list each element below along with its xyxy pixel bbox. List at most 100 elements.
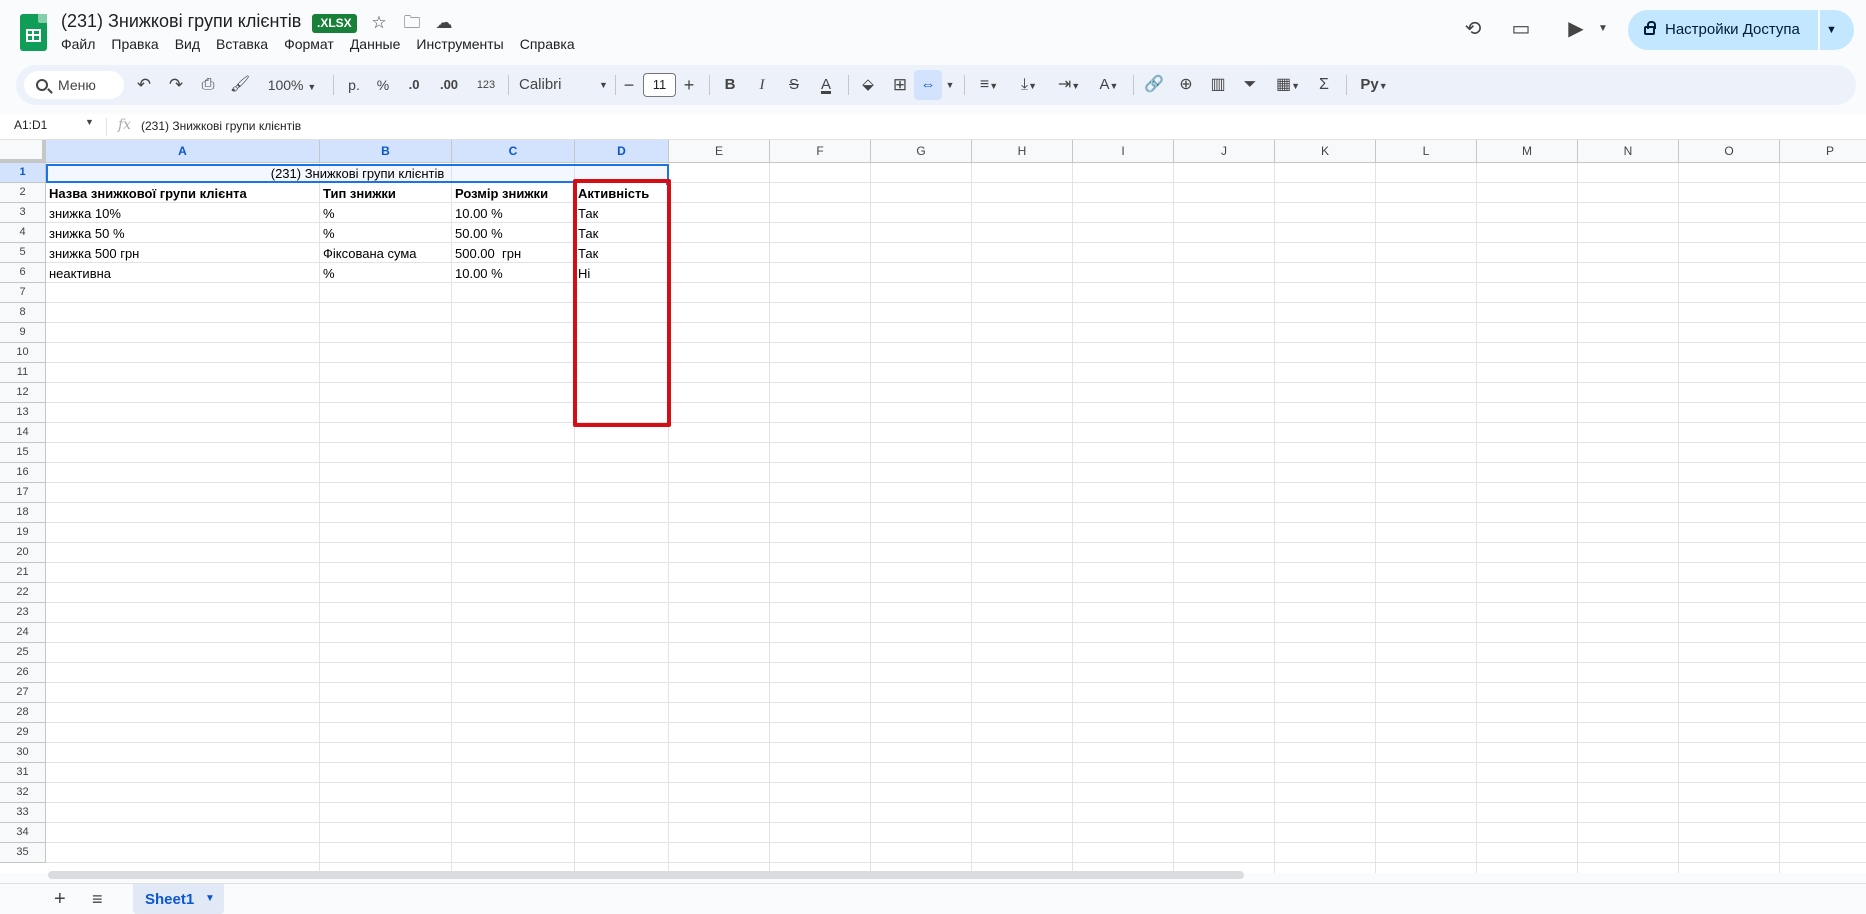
row-header-35[interactable]: 35: [0, 843, 46, 863]
cloud-status-icon[interactable]: ☁: [433, 12, 455, 34]
row-header-10[interactable]: 10: [0, 343, 46, 363]
name-box-dropdown-icon[interactable]: ▼: [85, 117, 94, 127]
strikethrough-button[interactable]: S: [782, 65, 806, 105]
menu-format[interactable]: Формат: [284, 36, 342, 52]
data-cell[interactable]: %: [320, 266, 335, 281]
row-header-30[interactable]: 30: [0, 743, 46, 763]
row-header-29[interactable]: 29: [0, 723, 46, 743]
column-header-h[interactable]: H: [972, 140, 1073, 163]
sheet-tab-dropdown-icon[interactable]: ▼: [205, 893, 215, 904]
header-cell-a[interactable]: Назва знижкової групи клієнта: [46, 186, 247, 201]
row-header-12[interactable]: 12: [0, 383, 46, 403]
column-header-m[interactable]: M: [1477, 140, 1578, 163]
undo-icon[interactable]: ↶: [132, 65, 156, 105]
row-header-4[interactable]: 4: [0, 223, 46, 243]
merge-dropdown-icon[interactable]: ▼: [944, 65, 956, 105]
column-header-k[interactable]: K: [1275, 140, 1376, 163]
row-header-11[interactable]: 11: [0, 363, 46, 383]
move-folder-icon[interactable]: 🗀: [401, 12, 423, 34]
meet-video-icon[interactable]: ▶: [1563, 16, 1589, 42]
menu-insert[interactable]: Вставка: [216, 36, 276, 52]
data-cell[interactable]: неактивна: [46, 266, 111, 281]
document-title[interactable]: (231) Знижкові групи клієнтів: [61, 11, 301, 32]
row-header-24[interactable]: 24: [0, 623, 46, 643]
menu-tools[interactable]: Инструменты: [416, 36, 511, 52]
functions-button[interactable]: Σ: [1312, 65, 1336, 105]
currency-format-button[interactable]: р.: [344, 65, 364, 105]
all-sheets-icon[interactable]: ≡: [92, 884, 103, 914]
menu-help[interactable]: Справка: [520, 36, 583, 52]
input-tools-icon[interactable]: Ру▼: [1354, 65, 1394, 105]
column-header-e[interactable]: E: [669, 140, 770, 163]
row-header-20[interactable]: 20: [0, 543, 46, 563]
column-header-j[interactable]: J: [1174, 140, 1275, 163]
share-dropdown-icon[interactable]: ▼: [1826, 10, 1837, 50]
row-header-34[interactable]: 34: [0, 823, 46, 843]
data-cell[interactable]: знижка 10%: [46, 206, 121, 221]
column-header-g[interactable]: G: [871, 140, 972, 163]
italic-button[interactable]: I: [750, 65, 774, 105]
row-header-6[interactable]: 6: [0, 263, 46, 283]
filter-icon[interactable]: ⏷: [1238, 65, 1262, 105]
decrease-decimal-button[interactable]: .0: [402, 65, 426, 105]
data-cell[interactable]: 10.00 %: [452, 266, 503, 281]
spreadsheet-grid[interactable]: ABCDEFGHIJKLMNOP 1 2 3 4 5 6 7 8 9 10 11 12 13 14 15 16…: [0, 140, 1866, 873]
add-sheet-icon[interactable]: +: [54, 884, 66, 914]
insert-comment-icon[interactable]: ⊕: [1174, 65, 1198, 105]
merge-cells-icon[interactable]: ⇔: [916, 65, 940, 105]
paint-format-icon[interactable]: 🖌: [228, 65, 252, 105]
data-cell[interactable]: %: [320, 206, 335, 221]
horizontal-scrollbar[interactable]: [48, 871, 1244, 879]
column-header-i[interactable]: I: [1073, 140, 1174, 163]
insert-chart-icon[interactable]: ▥: [1206, 65, 1230, 105]
font-select[interactable]: Calibri ▼: [519, 65, 617, 105]
text-rotation-icon[interactable]: A▼: [1091, 65, 1127, 105]
menu-data[interactable]: Данные: [350, 36, 409, 52]
print-icon[interactable]: ⎙: [196, 65, 220, 105]
text-color-button[interactable]: A: [814, 65, 838, 105]
horizontal-align-icon[interactable]: ≡▼: [971, 65, 1007, 105]
row-header-22[interactable]: 22: [0, 583, 46, 603]
row-header-32[interactable]: 32: [0, 783, 46, 803]
meet-dropdown-icon[interactable]: ▼: [1590, 16, 1616, 42]
data-cell[interactable]: 50.00 %: [452, 226, 503, 241]
column-header-p[interactable]: P: [1780, 140, 1866, 163]
select-all-corner[interactable]: [0, 140, 46, 163]
font-size-decrease-icon[interactable]: −: [620, 65, 638, 105]
menu-view[interactable]: Вид: [175, 36, 208, 52]
data-cell[interactable]: Фіксована сума: [320, 246, 417, 261]
row-header-33[interactable]: 33: [0, 803, 46, 823]
formula-input[interactable]: (231) Знижкові групи клієнтів: [141, 119, 301, 133]
row-header-14[interactable]: 14: [0, 423, 46, 443]
row-header-3[interactable]: 3: [0, 203, 46, 223]
star-icon[interactable]: ☆: [368, 12, 390, 34]
sheet-tab-sheet1[interactable]: Sheet1 ▼: [133, 884, 224, 914]
comments-icon[interactable]: ▭: [1508, 16, 1534, 42]
text-wrapping-icon[interactable]: ⇥▼: [1051, 65, 1087, 105]
percent-format-button[interactable]: %: [373, 65, 393, 105]
borders-icon[interactable]: ⊞: [888, 65, 912, 105]
row-header-1[interactable]: 1: [0, 163, 46, 183]
row-header-8[interactable]: 8: [0, 303, 46, 323]
column-header-f[interactable]: F: [770, 140, 871, 163]
row-header-28[interactable]: 28: [0, 703, 46, 723]
row-header-15[interactable]: 15: [0, 443, 46, 463]
sheets-logo-icon[interactable]: [20, 14, 47, 51]
row-header-7[interactable]: 7: [0, 283, 46, 303]
filter-views-icon[interactable]: ▦▼: [1270, 65, 1306, 105]
data-cell[interactable]: знижка 50 %: [46, 226, 125, 241]
row-header-21[interactable]: 21: [0, 563, 46, 583]
column-header-a[interactable]: A: [46, 140, 320, 163]
bold-button[interactable]: B: [718, 65, 742, 105]
menu-file[interactable]: Файл: [61, 36, 103, 52]
menu-edit[interactable]: Правка: [111, 36, 166, 52]
row-header-2[interactable]: 2: [0, 183, 46, 203]
row-header-5[interactable]: 5: [0, 243, 46, 263]
share-button[interactable]: Настройки Доступа ▼: [1628, 10, 1854, 50]
header-cell-c[interactable]: Розмір знижки: [452, 186, 548, 201]
font-size-increase-icon[interactable]: +: [680, 65, 698, 105]
column-header-c[interactable]: C: [452, 140, 575, 163]
row-header-9[interactable]: 9: [0, 323, 46, 343]
row-header-25[interactable]: 25: [0, 643, 46, 663]
column-header-n[interactable]: N: [1578, 140, 1679, 163]
